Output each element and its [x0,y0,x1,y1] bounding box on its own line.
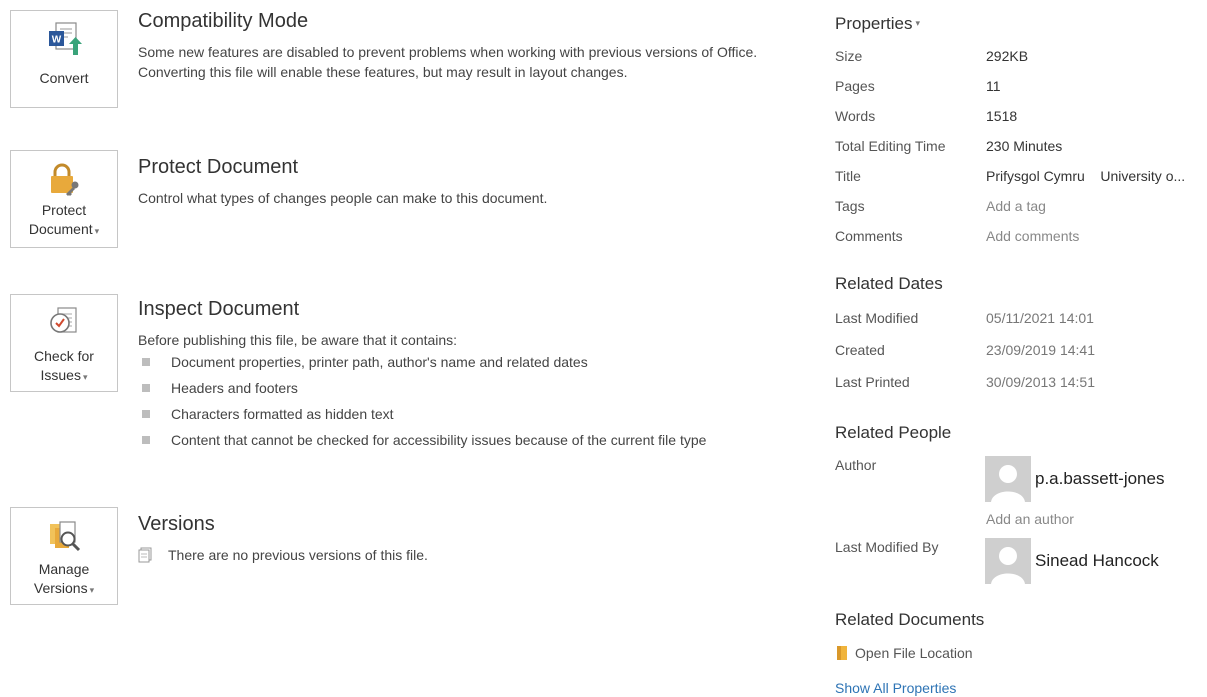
property-row-title: Title Prifysgol Cymru University o... [835,166,1207,186]
check-label-line2: Issues [40,367,81,383]
manage-versions-label: Manage Versions ▾ [34,560,94,600]
protect-title: Protect Document [138,156,299,178]
property-row-tags: Tags Add a tag [835,196,1207,216]
modified-by-name: Sinead Hancock [1035,551,1159,570]
protect-document-label: Protect Document ▾ [29,201,99,241]
related-dates-header: Related Dates [835,274,943,293]
title-field[interactable]: Prifysgol Cymru University o... [986,166,1185,186]
chevron-down-icon: ▾ [82,372,88,382]
check-label-line1: Check for [34,348,94,364]
inspect-title: Inspect Document [138,298,300,320]
manage-versions-button[interactable]: Manage Versions ▾ [10,507,118,605]
protect-label-line1: Protect [41,202,87,218]
property-key: Tags [835,198,865,214]
word-convert-icon: W [49,22,82,55]
manage-versions-icon [50,521,81,552]
date-row-created: Created 23/09/2019 14:41 [835,340,1207,360]
check-for-issues-label: Check for Issues ▾ [34,347,94,387]
property-key: Words [835,108,876,124]
inspect-intro: Before publishing this file, be aware th… [138,332,458,348]
protect-document-button[interactable]: Protect Document ▾ [10,150,118,248]
list-item: Content that cannot be checked for acces… [138,430,758,451]
date-key: Last Modified [835,310,919,326]
person-silhouette-icon [991,547,1025,584]
compatibility-description: Some new features are disabled to preven… [138,44,758,80]
protect-label-line2: Document [28,221,93,237]
modified-by-label: Last Modified By [835,539,939,555]
property-value: 230 Minutes [986,138,1063,154]
inspect-issue-list: Document properties, printer path, autho… [138,352,778,451]
protect-description: Control what types of changes people can… [138,190,548,206]
chevron-down-icon: ▾ [94,226,100,236]
date-value: 23/09/2019 14:41 [986,342,1095,358]
convert-button[interactable]: W Convert [10,10,118,108]
properties-panel: Properties ▾ Size 292KB Pages 11 Words 15… [835,0,1207,697]
related-people-header: Related People [835,423,952,442]
property-value: 292KB [986,48,1029,64]
versions-message-row: There are no previous versions of this f… [138,545,778,565]
author-person[interactable]: p.a.bassett-jones [985,456,1164,502]
versions-message: There are no previous versions of this f… [168,547,428,563]
compatibility-title: Compatibility Mode [138,10,309,32]
comments-field[interactable]: Add comments [986,226,1079,246]
property-row-words: Words 1518 [835,106,1207,126]
properties-header-label: Properties [835,14,913,33]
manage-label-line1: Manage [38,561,90,577]
folder-icon [837,646,847,660]
convert-label: Convert [39,70,89,86]
date-key: Last Printed [835,374,910,390]
person-silhouette-icon [991,465,1025,502]
date-key: Created [835,342,885,358]
property-value: 1518 [986,108,1018,124]
property-key: Pages [835,78,875,94]
avatar [985,456,1031,502]
property-key: Comments [835,228,903,244]
add-author-link[interactable]: Add an author [986,511,1074,527]
date-row-last-printed: Last Printed 30/09/2013 14:51 [835,372,1207,392]
versions-content: There are no previous versions of this f… [138,545,778,565]
document-pages-icon [138,547,152,563]
inspect-document-icon [50,307,77,333]
inspect-content: Before publishing this file, be aware th… [138,330,778,456]
property-value: 11 [986,78,1001,94]
property-row-editing-time: Total Editing Time 230 Minutes [835,136,1207,156]
property-row-size: Size 292KB [835,46,1207,66]
lock-key-icon [51,163,79,196]
related-documents-header: Related Documents [835,610,985,629]
list-item: Headers and footers [138,378,778,399]
list-item: Document properties, printer path, autho… [138,352,778,373]
property-row-pages: Pages 11 [835,76,1207,96]
chevron-down-icon: ▾ [89,585,95,595]
date-value: 30/09/2013 14:51 [986,374,1095,390]
date-row-last-modified: Last Modified 05/11/2021 14:01 [835,308,1207,328]
author-label: Author [835,457,877,473]
open-file-location-link[interactable]: Open File Location [837,645,973,661]
show-all-properties-link[interactable]: Show All Properties [835,680,956,696]
property-row-comments: Comments Add comments [835,226,1207,246]
manage-label-line2: Versions [33,580,88,596]
open-file-location-label: Open File Location [855,645,973,661]
avatar [985,538,1031,584]
svg-text:W: W [52,35,62,46]
author-name: p.a.bassett-jones [1035,469,1165,488]
property-key: Total Editing Time [835,138,946,154]
chevron-down-icon: ▾ [915,18,921,28]
property-key: Size [835,48,863,64]
properties-header[interactable]: Properties ▾ [835,14,920,34]
check-for-issues-button[interactable]: Check for Issues ▾ [10,294,118,392]
tags-field[interactable]: Add a tag [986,196,1046,216]
modified-by-person[interactable]: Sinead Hancock [985,538,1159,584]
versions-title: Versions [138,513,215,535]
list-item: Characters formatted as hidden text [138,404,778,425]
date-value: 05/11/2021 14:01 [986,310,1094,326]
info-sections: W Convert Compatibility Mode Some new fe… [0,0,800,697]
property-key: Title [835,168,861,184]
